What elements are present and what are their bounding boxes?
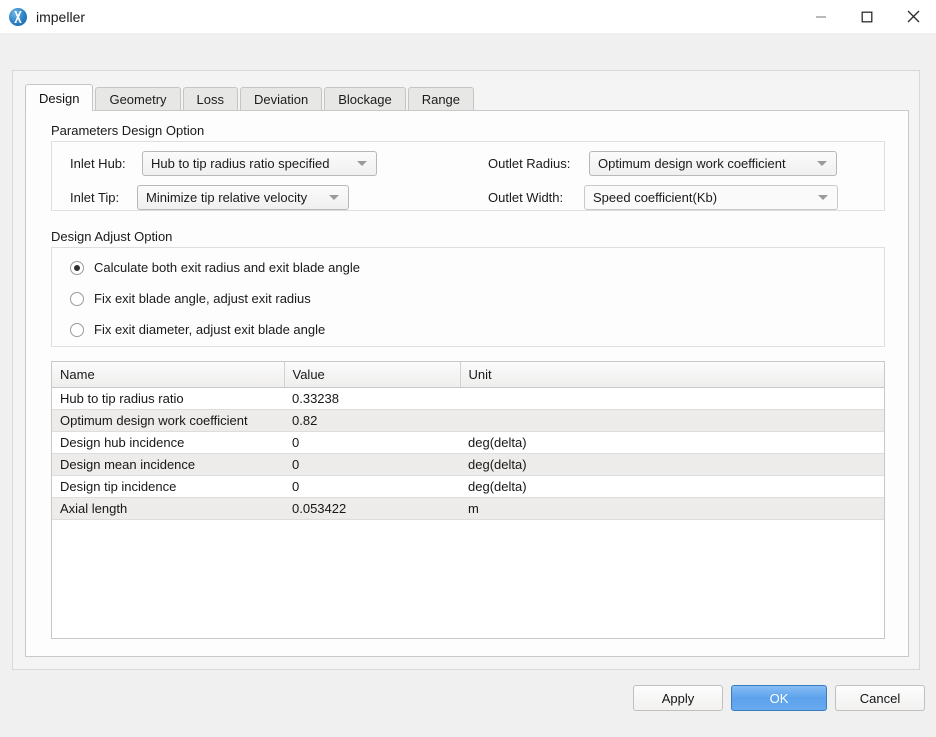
adjust-group-title: Design Adjust Option [51,229,172,244]
cell-name: Optimum design work coefficient [52,409,284,431]
inlet-tip-label: Inlet Tip: [70,190,119,205]
column-header-value[interactable]: Value [284,362,460,387]
cell-value[interactable]: 0.82 [284,409,460,431]
cell-unit [460,409,884,431]
app-logo-icon [9,8,27,26]
apply-button[interactable]: Apply [633,685,723,711]
parameters-table[interactable]: Name Value Unit Hub to tip radius ratio … [51,361,885,639]
close-icon[interactable] [890,0,936,33]
radio-button-icon [70,323,84,337]
maximize-icon[interactable] [844,0,890,33]
radio-button-icon [70,261,84,275]
table-row[interactable]: Design mean incidence 0 deg(delta) [52,453,884,475]
table-header-row: Name Value Unit [52,362,884,387]
outlet-width-label: Outlet Width: [488,190,563,205]
outlet-radius-combo[interactable]: Optimum design work coefficient [589,151,837,176]
cell-value[interactable]: 0.33238 [284,387,460,409]
inlet-hub-value: Hub to tip radius ratio specified [151,156,329,171]
radio-option-calculate-both[interactable]: Calculate both exit radius and exit blad… [70,260,360,275]
tab-panel-design: Parameters Design Option Inlet Hub: Hub … [25,110,909,657]
outlet-radius-value: Optimum design work coefficient [598,156,786,171]
cell-value[interactable]: 0 [284,475,460,497]
cell-value[interactable]: 0.053422 [284,497,460,519]
cell-name: Axial length [52,497,284,519]
tab-label: Deviation [254,92,308,107]
column-header-unit[interactable]: Unit [460,362,884,387]
tab-blockage[interactable]: Blockage [324,87,405,111]
window-title: impeller [36,9,85,25]
outlet-width-value: Speed coefficient(Kb) [593,190,717,205]
tab-range[interactable]: Range [408,87,474,111]
inlet-tip-combo[interactable]: Minimize tip relative velocity [137,185,349,210]
inlet-tip-value: Minimize tip relative velocity [146,190,307,205]
tab-label: Design [39,91,79,106]
inlet-hub-label: Inlet Hub: [70,156,126,171]
content-panel: Design Geometry Loss Deviation Blockage … [12,70,920,670]
table-row[interactable]: Design hub incidence 0 deg(delta) [52,431,884,453]
parameters-group-title: Parameters Design Option [51,123,204,138]
cell-name: Hub to tip radius ratio [52,387,284,409]
table-row[interactable]: Design tip incidence 0 deg(delta) [52,475,884,497]
tab-label: Geometry [109,92,166,107]
cell-unit: deg(delta) [460,475,884,497]
outlet-radius-label: Outlet Radius: [488,156,570,171]
adjust-group-box: Calculate both exit radius and exit blad… [51,247,885,347]
window-titlebar: impeller [0,0,936,33]
cell-name: Design hub incidence [52,431,284,453]
parameters-group-box: Inlet Hub: Hub to tip radius ratio speci… [51,141,885,211]
radio-label: Fix exit blade angle, adjust exit radius [94,291,311,306]
cell-unit: deg(delta) [460,431,884,453]
inlet-hub-combo[interactable]: Hub to tip radius ratio specified [142,151,377,176]
column-header-name[interactable]: Name [52,362,284,387]
tab-label: Range [422,92,460,107]
radio-label: Calculate both exit radius and exit blad… [94,260,360,275]
chevron-down-icon [329,195,339,200]
dialog-footer: Apply OK Cancel [0,685,936,737]
chevron-down-icon [357,161,367,166]
tab-bar: Design Geometry Loss Deviation Blockage … [25,84,476,111]
radio-label: Fix exit diameter, adjust exit blade ang… [94,322,325,337]
tab-label: Loss [197,92,224,107]
radio-option-fix-diameter[interactable]: Fix exit diameter, adjust exit blade ang… [70,322,325,337]
radio-option-fix-blade-angle[interactable]: Fix exit blade angle, adjust exit radius [70,291,311,306]
minimize-icon[interactable] [798,0,844,33]
table-row[interactable]: Axial length 0.053422 m [52,497,884,519]
cell-name: Design tip incidence [52,475,284,497]
tab-geometry[interactable]: Geometry [95,87,180,111]
cell-unit: m [460,497,884,519]
outlet-width-combo[interactable]: Speed coefficient(Kb) [584,185,838,210]
chevron-down-icon [817,161,827,166]
ok-button[interactable]: OK [731,685,827,711]
tab-label: Blockage [338,92,391,107]
tab-loss[interactable]: Loss [183,87,238,111]
cell-name: Design mean incidence [52,453,284,475]
cell-unit: deg(delta) [460,453,884,475]
cell-value[interactable]: 0 [284,453,460,475]
window-controls [798,0,936,33]
dialog-body: Design Geometry Loss Deviation Blockage … [0,33,936,737]
cell-unit [460,387,884,409]
cell-value[interactable]: 0 [284,431,460,453]
table-row[interactable]: Hub to tip radius ratio 0.33238 [52,387,884,409]
table-row[interactable]: Optimum design work coefficient 0.82 [52,409,884,431]
cancel-button[interactable]: Cancel [835,685,925,711]
tab-deviation[interactable]: Deviation [240,87,322,111]
radio-button-icon [70,292,84,306]
tab-design[interactable]: Design [25,84,93,111]
chevron-down-icon [818,195,828,200]
